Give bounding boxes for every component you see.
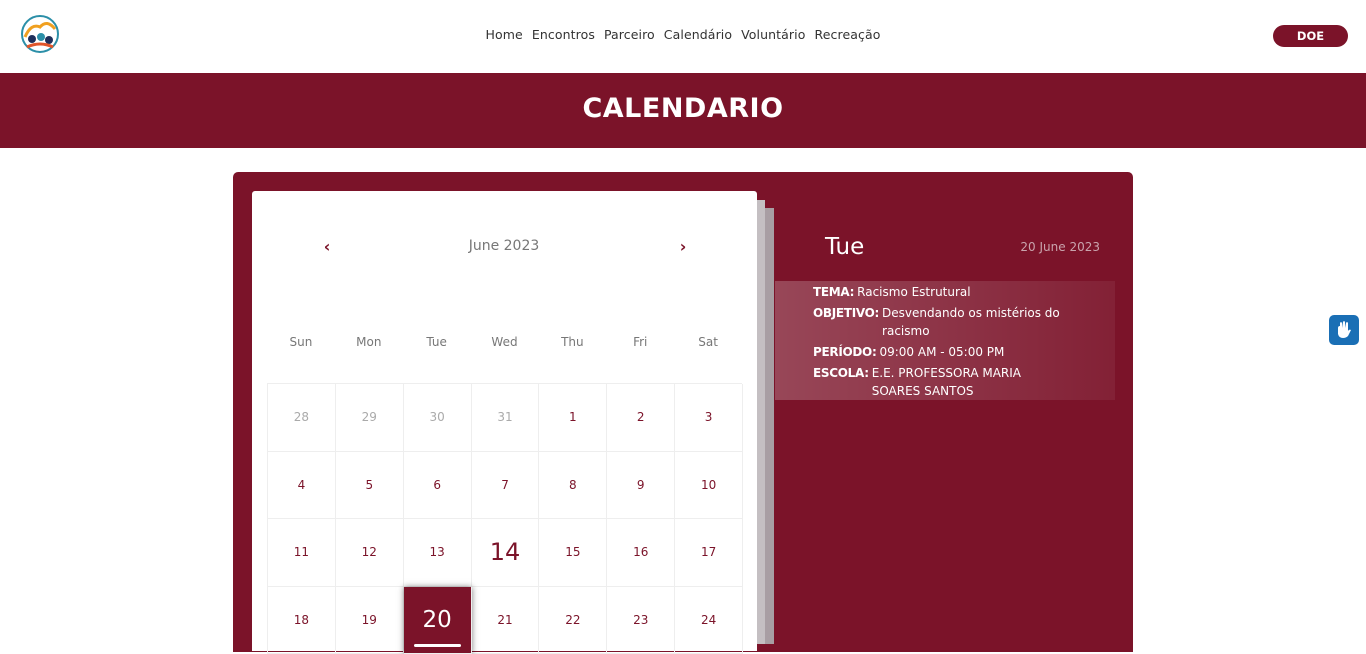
- weekday-label: Mon: [335, 335, 403, 349]
- event-field-label: TEMA:: [813, 283, 854, 301]
- donate-button[interactable]: DOE: [1273, 25, 1348, 47]
- day-cell[interactable]: 16: [607, 519, 675, 587]
- day-cell[interactable]: 13: [404, 519, 472, 587]
- nav-link[interactable]: Encontros: [532, 27, 595, 42]
- weekday-label: Sat: [674, 335, 742, 349]
- hand-icon: [1334, 320, 1354, 340]
- nav-link[interactable]: Recreação: [815, 27, 881, 42]
- day-cell[interactable]: 4: [268, 452, 336, 520]
- sign-language-icon[interactable]: [1329, 315, 1359, 345]
- weekday-label: Fri: [606, 335, 674, 349]
- event-field-label: OBJETIVO:: [813, 304, 879, 340]
- month-label: June 2023: [404, 238, 604, 254]
- event-field-label: ESCOLA:: [813, 364, 869, 400]
- day-cell[interactable]: 1: [539, 384, 607, 452]
- nav-link[interactable]: Parceiro: [604, 27, 655, 42]
- weekday-label: Tue: [403, 335, 471, 349]
- day-cell[interactable]: 17: [675, 519, 743, 587]
- event-field: ESCOLA:E.E. PROFESSORA MARIA SOARES SANT…: [813, 364, 1115, 400]
- nav-link[interactable]: Voluntário: [741, 27, 805, 42]
- day-cell[interactable]: 5: [336, 452, 404, 520]
- day-cell[interactable]: 11: [268, 519, 336, 587]
- day-cell[interactable]: 14: [472, 519, 540, 587]
- weekday-label: Sun: [267, 335, 335, 349]
- day-cell[interactable]: 6: [404, 452, 472, 520]
- chevron-left-icon[interactable]: ‹: [319, 237, 335, 257]
- event-field: OBJETIVO:Desvendando os mistérios do rac…: [813, 304, 1115, 340]
- day-cell[interactable]: 15: [539, 519, 607, 587]
- site-header: Home Encontros Parceiro Calendário Voluntári…: [0, 0, 1366, 73]
- card-stack-shadow: [757, 200, 765, 644]
- event-field-label: PERÍODO:: [813, 343, 876, 361]
- day-cell[interactable]: 8: [539, 452, 607, 520]
- day-grid: 2829303112345678910111213141516171819202…: [267, 383, 742, 654]
- page-title: CALENDARIO: [0, 93, 1366, 124]
- day-cell[interactable]: 3: [675, 384, 743, 452]
- event-field-value: 09:00 AM - 05:00 PM: [879, 343, 1004, 361]
- day-cell[interactable]: 7: [472, 452, 540, 520]
- weekday-label: Thu: [538, 335, 606, 349]
- day-cell[interactable]: 29: [336, 384, 404, 452]
- day-cell[interactable]: 28: [268, 384, 336, 452]
- chevron-right-icon[interactable]: ›: [675, 237, 691, 257]
- event-field-value: Racismo Estrutural: [857, 283, 970, 301]
- day-cell[interactable]: 9: [607, 452, 675, 520]
- selected-date: 20 June 2023: [990, 240, 1100, 254]
- day-cell[interactable]: 30: [404, 384, 472, 452]
- event-field-value: Desvendando os mistérios do racismo: [882, 304, 1072, 340]
- weekday-label: Wed: [471, 335, 539, 349]
- nav-link[interactable]: Home: [486, 27, 523, 42]
- selected-day-name: Tue: [825, 234, 864, 260]
- card-stack-shadow: [764, 208, 774, 644]
- weekday-header: SunMonTueWedThuFriSat: [267, 335, 742, 349]
- event-field-value: E.E. PROFESSORA MARIA SOARES SANTOS: [872, 364, 1062, 400]
- day-cell[interactable]: 12: [336, 519, 404, 587]
- nav-link[interactable]: Calendário: [664, 27, 732, 42]
- main-nav: Home Encontros Parceiro Calendário Voluntári…: [0, 27, 1366, 42]
- day-cell[interactable]: 31: [472, 384, 540, 452]
- page-banner: CALENDARIO: [0, 73, 1366, 148]
- day-cell[interactable]: 10: [675, 452, 743, 520]
- day-cell[interactable]: 2: [607, 384, 675, 452]
- event-details: TEMA:Racismo Estrutural OBJETIVO:Desvenda…: [775, 281, 1115, 400]
- event-field: PERÍODO:09:00 AM - 05:00 PM: [813, 343, 1115, 361]
- event-field: TEMA:Racismo Estrutural: [813, 283, 1115, 301]
